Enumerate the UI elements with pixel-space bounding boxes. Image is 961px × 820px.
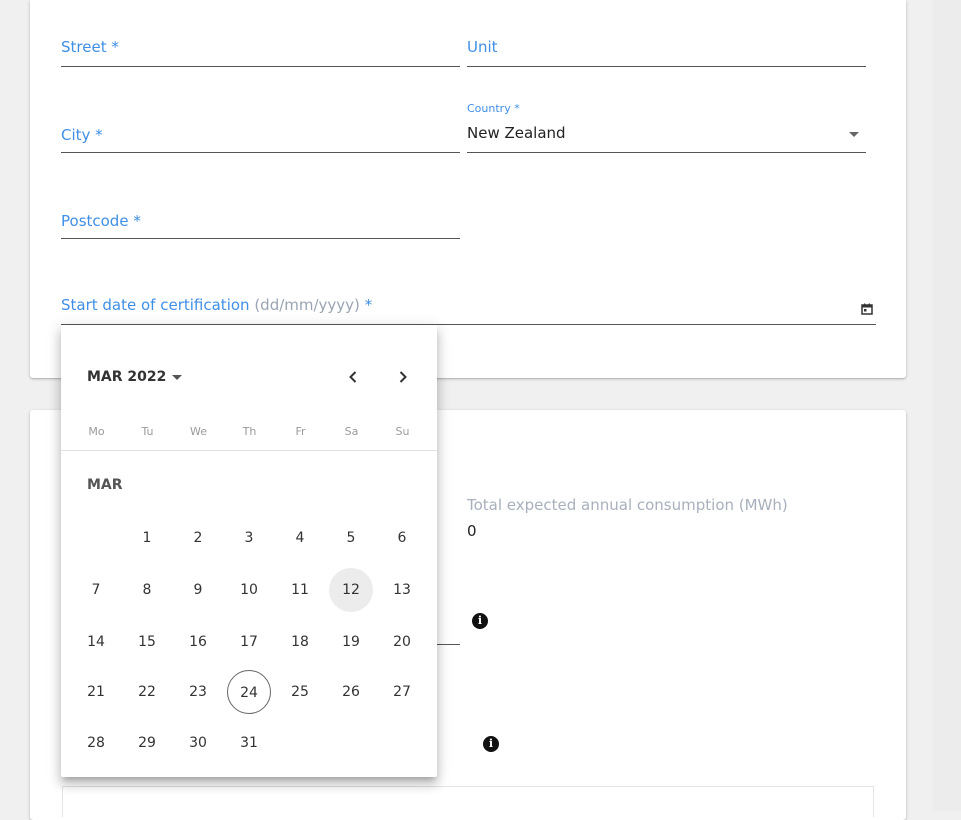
weekday-label: Mo <box>88 425 105 438</box>
page-background-left <box>0 0 10 811</box>
unit-field[interactable]: Unit <box>467 30 866 67</box>
start-date-field[interactable]: Start date of certification (dd/mm/yyyy)… <box>61 282 876 325</box>
city-field[interactable]: City * <box>61 110 460 153</box>
calendar-day[interactable]: 28 <box>74 721 118 765</box>
calendar-day[interactable]: 30 <box>176 721 220 765</box>
consumption-value: 0 <box>467 522 477 540</box>
calendar-day[interactable]: 16 <box>176 620 220 664</box>
calendar-divider <box>61 450 437 451</box>
start-date-format-hint: (dd/mm/yyyy) <box>254 296 360 314</box>
period-select-button[interactable]: MAR 2022 <box>87 369 183 385</box>
date-picker-popup: MAR 2022 Mo Tu We Th Fr Sa Su MAR 1 2 3 4 5 6 7 8 9 10 1… <box>61 325 437 777</box>
street-field[interactable]: Street * <box>61 30 460 67</box>
calendar-day[interactable]: 27 <box>380 670 424 714</box>
calendar-day[interactable]: 19 <box>329 620 373 664</box>
weekday-label: Tu <box>141 425 154 438</box>
calendar-day[interactable]: 26 <box>329 670 373 714</box>
calendar-day[interactable]: 1 <box>125 516 169 560</box>
postcode-field[interactable]: Postcode * <box>61 196 460 239</box>
info-icon[interactable]: i <box>483 736 499 752</box>
calendar-day[interactable]: 24 <box>227 670 271 714</box>
weekday-label: Sa <box>344 425 359 438</box>
calendar-day[interactable]: 2 <box>176 516 220 560</box>
calendar-day[interactable]: 13 <box>380 568 424 612</box>
country-select[interactable]: Country * New Zealand <box>467 100 866 153</box>
calendar-day[interactable]: 6 <box>380 516 424 560</box>
scrollbar-track[interactable] <box>933 0 961 811</box>
calendar-day[interactable]: 8 <box>125 568 169 612</box>
calendar-day[interactable]: 10 <box>227 568 271 612</box>
period-label: MAR 2022 <box>87 369 167 385</box>
country-value: New Zealand <box>467 124 566 142</box>
calendar-icon[interactable] <box>861 303 873 315</box>
chevron-right-icon[interactable] <box>391 365 415 389</box>
country-label: Country * <box>467 102 520 115</box>
calendar-day[interactable]: 14 <box>74 620 118 664</box>
calendar-day[interactable]: 21 <box>74 670 118 714</box>
chevron-down-icon <box>172 374 183 380</box>
street-label: Street * <box>61 38 119 56</box>
start-date-label-text: Start date of certification <box>61 296 250 314</box>
start-date-required-mark: * <box>359 296 373 314</box>
inner-panel <box>62 786 874 817</box>
calendar-day[interactable]: 18 <box>278 620 322 664</box>
calendar-day[interactable]: 15 <box>125 620 169 664</box>
month-label: MAR <box>87 477 123 493</box>
consumption-label: Total expected annual consumption (MWh) <box>467 496 788 514</box>
calendar-day[interactable]: 31 <box>227 721 271 765</box>
calendar-day[interactable]: 22 <box>125 670 169 714</box>
weekday-label: Fr <box>295 425 306 438</box>
start-date-label: Start date of certification (dd/mm/yyyy)… <box>61 296 372 314</box>
weekday-label: We <box>190 425 207 438</box>
chevron-down-icon <box>849 132 859 137</box>
city-label: City * <box>61 126 103 144</box>
chevron-left-icon[interactable] <box>341 365 365 389</box>
calendar-day[interactable]: 11 <box>278 568 322 612</box>
weekday-header: Mo Tu We Th Fr Sa Su <box>71 425 427 441</box>
unit-label: Unit <box>467 38 498 56</box>
calendar-day[interactable]: 5 <box>329 516 373 560</box>
info-icon[interactable]: i <box>472 613 488 629</box>
calendar-day[interactable]: 25 <box>278 670 322 714</box>
weekday-label: Su <box>395 425 410 438</box>
calendar-day[interactable]: 12 <box>329 568 373 612</box>
calendar-day[interactable]: 23 <box>176 670 220 714</box>
calendar-day[interactable]: 20 <box>380 620 424 664</box>
calendar-day[interactable]: 9 <box>176 568 220 612</box>
calendar-day[interactable]: 29 <box>125 721 169 765</box>
calendar-day[interactable]: 3 <box>227 516 271 560</box>
postcode-label: Postcode * <box>61 212 141 230</box>
calendar-day[interactable]: 4 <box>278 516 322 560</box>
weekday-label: Th <box>242 425 257 438</box>
calendar-day[interactable]: 17 <box>227 620 271 664</box>
calendar-day[interactable]: 7 <box>74 568 118 612</box>
